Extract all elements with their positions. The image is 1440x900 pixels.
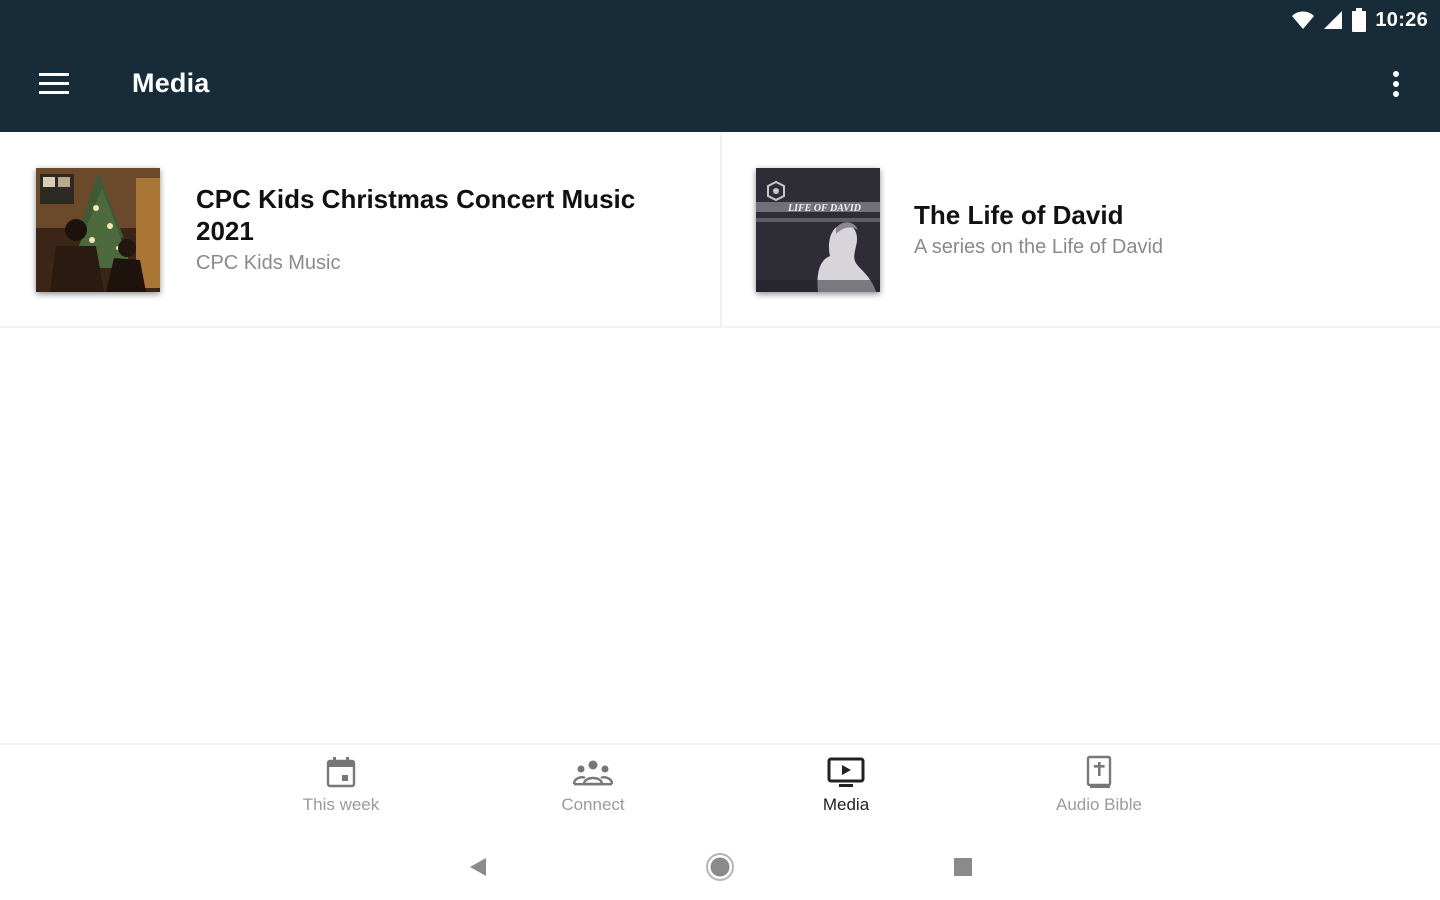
more-vert-icon <box>1392 70 1400 103</box>
app-root: 10:26 Media CPC Kids Christmas Concert M… <box>0 0 1440 900</box>
thumbnail-text: LIFE OF DAVID <box>787 203 861 214</box>
back-icon <box>468 856 488 883</box>
people-icon <box>573 755 613 789</box>
media-card-life-of-david[interactable]: LIFE OF DAVID The Life of David A series… <box>720 132 1440 328</box>
nav-label: This week <box>302 795 380 814</box>
media-card-text: CPC Kids Christmas Concert Music 2021 CP… <box>196 132 660 328</box>
recents-icon <box>953 857 973 882</box>
media-title: CPC Kids Christmas Concert Music 2021 <box>196 184 636 246</box>
nav-item-media[interactable]: Media <box>766 755 926 825</box>
home-icon <box>705 852 735 887</box>
christmas-concert-thumbnail <box>36 168 160 292</box>
hamburger-menu-icon <box>39 72 69 100</box>
nav-label: Audio Bible <box>1055 795 1142 814</box>
status-bar: 10:26 <box>0 0 1440 40</box>
overflow-menu-button[interactable] <box>1372 62 1420 110</box>
system-recents-button[interactable] <box>941 847 985 891</box>
nav-item-this-week[interactable]: This week <box>261 755 421 825</box>
status-icons: 10:26 <box>1291 6 1428 34</box>
system-navigation-bar <box>0 835 1440 900</box>
media-grid: CPC Kids Christmas Concert Music 2021 CP… <box>0 132 1440 328</box>
page-title: Media <box>132 68 210 98</box>
bible-icon <box>1085 755 1113 789</box>
nav-label: Media <box>822 795 870 814</box>
life-of-david-thumbnail: LIFE OF DAVID <box>756 168 880 292</box>
play-screen-icon <box>827 755 865 789</box>
media-subtitle: CPC Kids Music <box>196 252 341 274</box>
system-back-button[interactable] <box>456 847 500 891</box>
nav-item-connect[interactable]: Connect <box>513 755 673 825</box>
nav-item-audio-bible[interactable]: Audio Bible <box>1019 755 1179 825</box>
wifi-icon <box>1291 10 1315 30</box>
media-card-text: The Life of David A series on the Life o… <box>914 132 1380 328</box>
media-title: The Life of David <box>914 200 1124 230</box>
cell-signal-icon <box>1323 10 1343 30</box>
status-time: 10:26 <box>1375 8 1428 31</box>
media-subtitle: A series on the Life of David <box>914 236 1164 258</box>
media-card-christmas-concert[interactable]: CPC Kids Christmas Concert Music 2021 CP… <box>0 132 720 328</box>
hamburger-menu-button[interactable] <box>24 62 84 110</box>
battery-icon <box>1351 8 1367 32</box>
bottom-navigation: This week Connect Media Audio Bible <box>0 743 1440 835</box>
nav-label: Connect <box>561 795 625 814</box>
app-bar: Media <box>0 40 1440 132</box>
calendar-icon <box>326 755 356 789</box>
system-home-button[interactable] <box>698 847 742 891</box>
